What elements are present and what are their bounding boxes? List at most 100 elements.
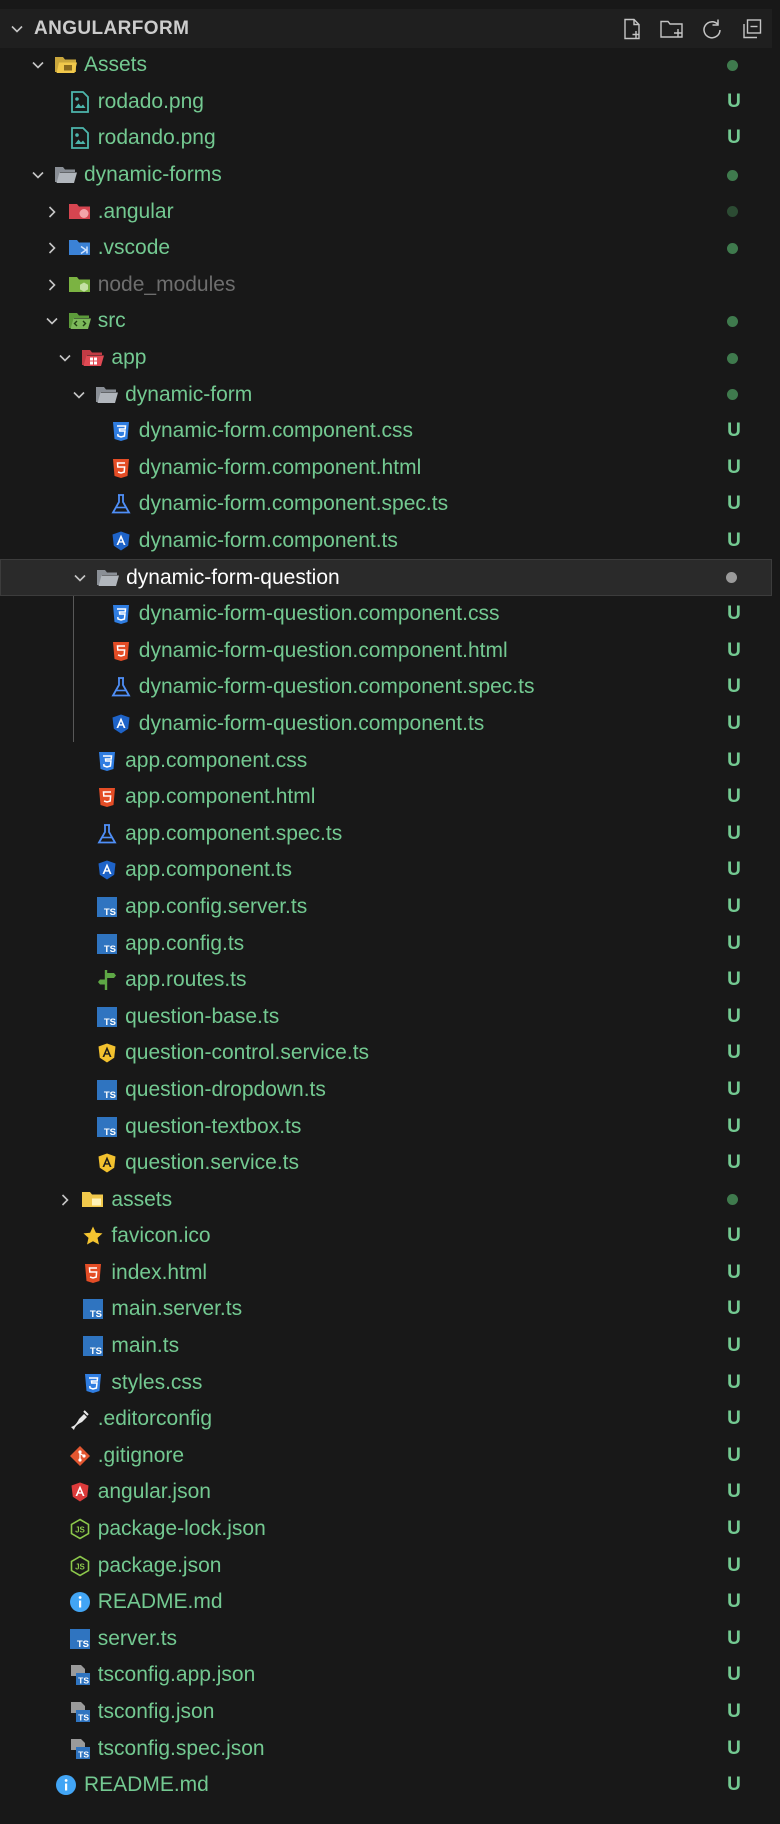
- tree-folder-row[interactable]: node_modules: [0, 267, 772, 304]
- tree-folder-row[interactable]: .angular: [0, 193, 772, 230]
- angular-component-icon: [107, 706, 135, 742]
- tree-file-row[interactable]: dynamic-form.component.html U: [0, 450, 772, 487]
- tree-file-row[interactable]: README.md U: [0, 1584, 772, 1621]
- chevron-right-icon[interactable]: [40, 194, 64, 230]
- tree-file-row[interactable]: TS question-textbox.ts U: [0, 1108, 772, 1145]
- git-untracked-badge: U: [727, 127, 741, 149]
- tree-item-label: dynamic-form.component.ts: [138, 529, 398, 553]
- git-untracked-badge: U: [727, 1481, 741, 1503]
- explorer-header[interactable]: ANGULARFORM: [0, 9, 772, 48]
- angular-component-icon: [93, 852, 121, 888]
- tree-folder-row[interactable]: assets: [0, 1181, 772, 1218]
- git-untracked-badge: U: [727, 639, 741, 661]
- chevron-down-icon[interactable]: [67, 377, 91, 413]
- chevron-down-icon[interactable]: [40, 303, 64, 339]
- tree-file-row[interactable]: TS tsconfig.spec.json U: [0, 1730, 772, 1767]
- tree-folder-row[interactable]: dynamic-form-question: [0, 559, 772, 596]
- new-file-icon[interactable]: [612, 9, 652, 48]
- tree-folder-row[interactable]: app: [0, 340, 772, 377]
- chevron-down-icon[interactable]: [53, 340, 77, 376]
- tree-folder-row[interactable]: src: [0, 303, 772, 340]
- folder-node-icon: [66, 267, 94, 303]
- git-untracked-badge: U: [727, 1005, 741, 1027]
- tree-file-row[interactable]: README.md U: [0, 1767, 772, 1804]
- tree-file-row[interactable]: app.component.css U: [0, 742, 772, 779]
- tree-file-row[interactable]: rodando.png U: [0, 120, 772, 157]
- git-icon: [66, 1438, 94, 1474]
- tree-file-row[interactable]: dynamic-form.component.css U: [0, 413, 772, 450]
- svg-text:TS: TS: [104, 907, 116, 918]
- twistie-spacer: [40, 1474, 64, 1510]
- tree-file-row[interactable]: dynamic-form-question.component.css U: [0, 596, 772, 633]
- tree-file-row[interactable]: .gitignore U: [0, 1438, 772, 1475]
- tree-folder-row[interactable]: .vscode: [0, 230, 772, 267]
- tree-item-label: dynamic-form-question.component.html: [138, 638, 508, 662]
- tree-file-row[interactable]: index.html U: [0, 1255, 772, 1292]
- chevron-down-icon[interactable]: [26, 47, 50, 83]
- git-untracked-badge: U: [727, 1627, 741, 1649]
- tree-file-row[interactable]: question-control.service.ts U: [0, 1035, 772, 1072]
- tree-file-row[interactable]: .editorconfig U: [0, 1401, 772, 1438]
- collapse-all-icon[interactable]: [732, 9, 772, 48]
- tree-file-row[interactable]: angular.json U: [0, 1474, 772, 1511]
- twistie-spacer: [40, 1657, 64, 1693]
- image-file-icon: [66, 84, 94, 120]
- twistie-spacer: [67, 999, 91, 1035]
- twistie-spacer: [53, 1365, 77, 1401]
- chevron-down-icon[interactable]: [0, 9, 34, 48]
- angular-service-icon: [93, 1145, 121, 1181]
- tree-item-label: dynamic-forms: [84, 163, 222, 187]
- tree-file-row[interactable]: TS main.server.ts U: [0, 1291, 772, 1328]
- test-file-icon: [107, 486, 135, 522]
- twistie-spacer: [40, 1401, 64, 1437]
- css-file-icon: [107, 413, 135, 449]
- twistie-spacer: [26, 1767, 50, 1803]
- tree-item-label: app.component.css: [125, 748, 308, 772]
- tree-file-row[interactable]: dynamic-form-question.component.spec.ts U: [0, 669, 772, 706]
- html-file-icon: [79, 1255, 107, 1291]
- new-folder-icon[interactable]: [652, 9, 692, 48]
- tree-file-row[interactable]: app.routes.ts U: [0, 962, 772, 999]
- git-modified-dot: [727, 352, 738, 364]
- tree-item-label: app.component.spec.ts: [125, 821, 343, 845]
- tree-folder-row[interactable]: dynamic-form: [0, 376, 772, 413]
- tree-folder-row[interactable]: Assets: [0, 47, 772, 84]
- tree-file-row[interactable]: TS question-base.ts U: [0, 998, 772, 1035]
- tree-file-row[interactable]: dynamic-form.component.ts U: [0, 523, 772, 560]
- tree-item-label: question-base.ts: [125, 1004, 280, 1028]
- chevron-down-icon[interactable]: [68, 560, 92, 596]
- angular-component-icon: [107, 523, 135, 559]
- chevron-right-icon[interactable]: [40, 267, 64, 303]
- tree-file-row[interactable]: dynamic-form-question.component.html U: [0, 633, 772, 670]
- tree-file-row[interactable]: app.component.spec.ts U: [0, 815, 772, 852]
- tree-file-row[interactable]: app.component.html U: [0, 779, 772, 816]
- tree-file-row[interactable]: rodado.png U: [0, 84, 772, 121]
- tree-file-row[interactable]: favicon.ico U: [0, 1218, 772, 1255]
- tree-item-label: node_modules: [97, 272, 236, 296]
- chevron-down-icon[interactable]: [26, 157, 50, 193]
- git-untracked-badge: U: [727, 603, 741, 625]
- tree-file-row[interactable]: JS package.json U: [0, 1547, 772, 1584]
- tree-file-row[interactable]: dynamic-form-question.component.ts U: [0, 706, 772, 743]
- tree-file-row[interactable]: styles.css U: [0, 1364, 772, 1401]
- git-untracked-badge: U: [727, 456, 741, 478]
- tree-file-row[interactable]: dynamic-form.component.spec.ts U: [0, 486, 772, 523]
- tree-file-row[interactable]: JS package-lock.json U: [0, 1511, 772, 1548]
- tree-file-row[interactable]: TS tsconfig.json U: [0, 1694, 772, 1731]
- chevron-right-icon[interactable]: [53, 1182, 77, 1218]
- tree-file-row[interactable]: question.service.ts U: [0, 1145, 772, 1182]
- tree-item-label: dynamic-form-question: [126, 565, 340, 589]
- git-untracked-badge: U: [727, 1261, 741, 1283]
- tree-file-row[interactable]: app.component.ts U: [0, 852, 772, 889]
- tree-folder-row[interactable]: dynamic-forms: [0, 157, 772, 194]
- tree-file-row[interactable]: TS tsconfig.app.json U: [0, 1657, 772, 1694]
- tree-file-row[interactable]: TS app.config.ts U: [0, 925, 772, 962]
- tree-file-row[interactable]: TS app.config.server.ts U: [0, 889, 772, 926]
- chevron-right-icon[interactable]: [40, 230, 64, 266]
- tree-file-row[interactable]: TS question-dropdown.ts U: [0, 1072, 772, 1109]
- tree-file-row[interactable]: TS main.ts U: [0, 1328, 772, 1365]
- svg-text:TS: TS: [77, 1639, 89, 1650]
- tree-file-row[interactable]: TS server.ts U: [0, 1621, 772, 1658]
- tree-item-label: tsconfig.json: [97, 1700, 215, 1724]
- refresh-icon[interactable]: [692, 9, 732, 48]
